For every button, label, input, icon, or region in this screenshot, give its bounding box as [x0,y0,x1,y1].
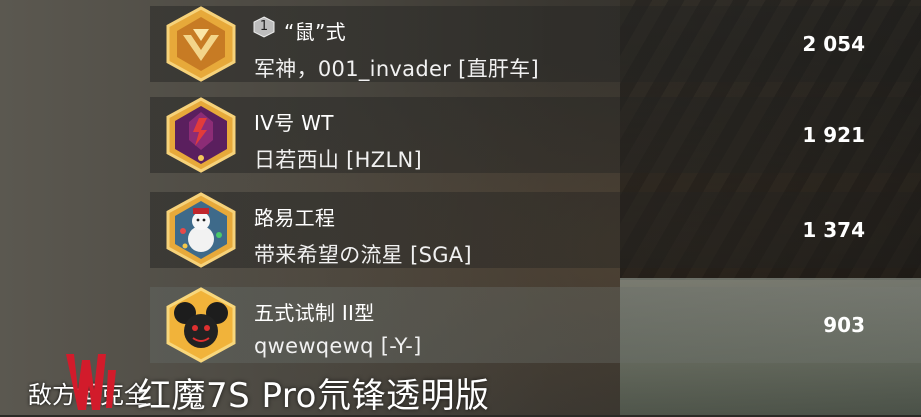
snowman-badge-icon [163,191,239,269]
vehicle-name: IV号 WT [254,111,334,135]
score: 2 054 [802,32,865,56]
player-name: 军神，001_invader [直肝车] [254,57,539,81]
vehicle-name: “鼠”式 [284,20,346,44]
leaderboard-row[interactable]: IV号 WT 日若西山 [HZLN] 1 921 [0,91,921,179]
score: 1 921 [802,123,865,147]
gold-wings-badge-icon [163,5,239,83]
leaderboard-row[interactable]: 路易工程 带来希望の流星 [SGA] 1 374 [0,186,921,274]
device-watermark: 红魔7S Pro氘锋透明版 [137,376,490,416]
rank-number: 1 [259,19,269,34]
player-name: 带来希望の流星 [SGA] [254,243,472,267]
mouse-ears-badge-icon [163,286,239,364]
purple-emblem-badge-icon [163,96,239,174]
leaderboard-row[interactable]: 1 “鼠”式 军神，001_invader [直肝车] 2 054 [0,0,921,88]
red-magic-logo-icon [60,350,118,415]
score: 903 [823,313,865,337]
player-name: qwewqewq [-Y-] [254,334,422,358]
leaderboard-row[interactable]: 五式试制 II型 qwewqewq [-Y-] 903 [0,281,921,369]
vehicle-name: 五式试制 II型 [254,301,375,325]
score: 1 374 [802,218,865,242]
rank-badge: 1 [253,16,275,38]
player-name: 日若西山 [HZLN] [254,148,422,172]
vehicle-name: 路易工程 [254,206,336,230]
